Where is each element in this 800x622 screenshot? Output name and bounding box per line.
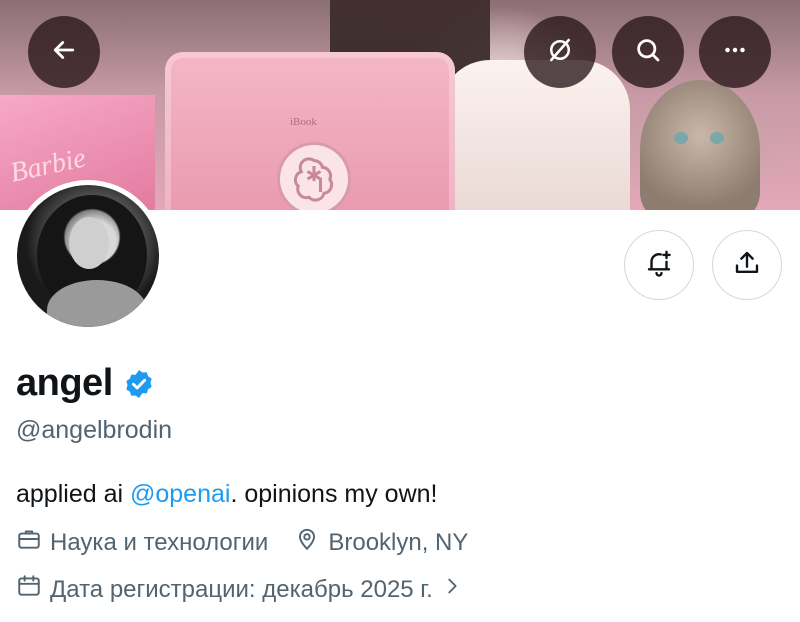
bell-plus-icon xyxy=(644,248,674,283)
search-icon xyxy=(633,35,663,70)
openai-logo-icon xyxy=(280,145,348,210)
briefcase-icon xyxy=(16,526,42,559)
grok-icon xyxy=(545,35,575,70)
username-handle: @angelbrodin xyxy=(16,416,173,444)
profile-meta-row: Наука и технологии Brooklyn, NY xyxy=(16,526,494,559)
grok-button[interactable] xyxy=(524,16,596,88)
share-upload-icon xyxy=(732,248,762,283)
arrow-left-icon xyxy=(49,35,79,70)
location-label: Brooklyn, NY xyxy=(328,528,469,556)
more-button[interactable] xyxy=(699,16,771,88)
verified-badge-icon[interactable] xyxy=(123,368,155,400)
location-item: Brooklyn, NY xyxy=(294,526,468,559)
banner-laptop-label: iBook xyxy=(290,116,317,128)
share-button[interactable] xyxy=(712,230,782,300)
banner-sweater xyxy=(440,60,630,210)
chevron-right-icon xyxy=(441,575,463,604)
bio-text-start: applied ai xyxy=(16,480,130,508)
notify-button[interactable] xyxy=(624,230,694,300)
joined-row[interactable]: Дата регистрации: декабрь 2025 г. xyxy=(16,573,489,606)
avatar[interactable] xyxy=(12,180,164,332)
search-button[interactable] xyxy=(612,16,684,88)
banner-cat xyxy=(640,80,760,210)
avatar-image xyxy=(17,185,159,327)
joined-label: Дата регистрации: декабрь 2025 г. xyxy=(50,575,433,603)
bio-text-end: . opinions my own! xyxy=(230,480,438,508)
profile-banner[interactable]: Barbie iBook xyxy=(0,0,800,210)
bio: applied ai @openai. opinions my own! xyxy=(16,480,437,509)
bio-mention-link[interactable]: @openai xyxy=(130,480,230,508)
profile-name-row: angel xyxy=(16,362,155,405)
more-horizontal-icon xyxy=(720,35,750,70)
location-pin-icon xyxy=(294,526,320,559)
category-label: Наука и технологии xyxy=(50,528,269,556)
joined-item[interactable]: Дата регистрации: декабрь 2025 г. xyxy=(16,573,463,606)
category-item: Наука и технологии xyxy=(16,526,268,559)
calendar-icon xyxy=(16,573,42,606)
display-name: angel xyxy=(16,362,113,404)
back-button[interactable] xyxy=(28,16,100,88)
